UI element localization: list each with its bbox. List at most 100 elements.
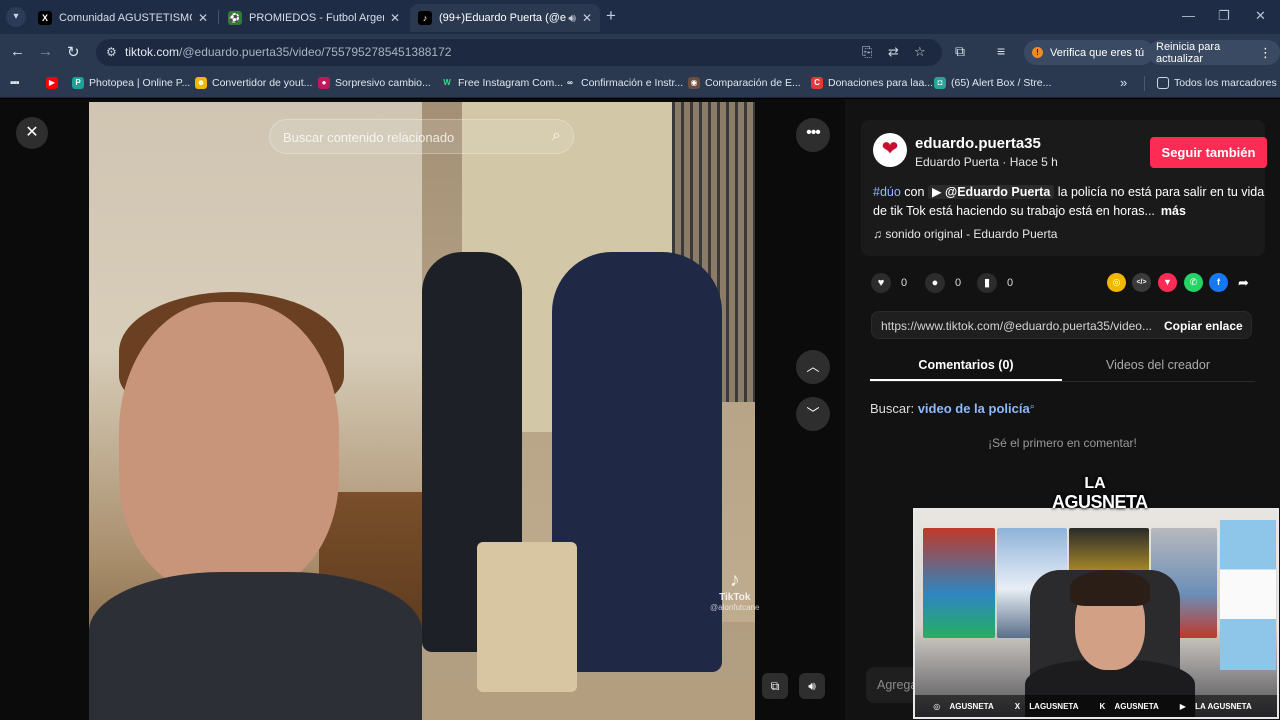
coin-icon[interactable]: ◎ bbox=[1107, 273, 1126, 292]
tab-comunidad[interactable]: X Comunidad AGUSTETISMO (SU ✕ bbox=[30, 4, 216, 32]
photopea-icon: P bbox=[72, 77, 84, 89]
bookmark-alertbox[interactable]: ◘ (65) Alert Box / Stre... bbox=[934, 77, 1051, 89]
comment-button[interactable]: ● 0 bbox=[925, 273, 961, 293]
save-count: 0 bbox=[1007, 277, 1014, 289]
search-icon[interactable]: ⌕ bbox=[552, 127, 561, 145]
empty-comments-message: ¡Sé el primero en comentar! bbox=[988, 436, 1137, 450]
link-icon: ∞ bbox=[564, 77, 576, 89]
share-arrow-icon[interactable]: ➦ bbox=[1234, 273, 1253, 292]
search-icon: ⌕ bbox=[1029, 401, 1035, 411]
address-bar[interactable]: ⚙ tiktok.com/@eduardo.puerta35/video/755… bbox=[96, 39, 942, 66]
tab-strip: ▾ X Comunidad AGUSTETISMO (SU ✕ ⚽ PROMIE… bbox=[0, 0, 1280, 34]
forward-button[interactable]: → bbox=[38, 43, 53, 60]
copy-link-button[interactable]: Copiar enlace bbox=[1164, 319, 1243, 333]
bookmarks-bar: ▪▪▪ ▶ P Photopea | Online P... ☻ Convert… bbox=[0, 70, 1280, 98]
minimize-icon[interactable]: — bbox=[1182, 8, 1195, 23]
all-bookmarks-folder[interactable]: Todos los marcadores bbox=[1157, 77, 1277, 89]
site-settings-icon[interactable]: ⚙ bbox=[106, 45, 117, 59]
music-note-icon: ♫ bbox=[873, 227, 886, 241]
bookmark-confirmacion[interactable]: ∞ Confirmación e Instr... bbox=[564, 77, 683, 89]
tiktok-logo-icon: ♪ bbox=[729, 569, 740, 591]
post-actions: ♥ 0 ● 0 ▮ 0 ◎ </> ▼ ✆ f ➦ bbox=[871, 273, 1261, 295]
browser-menu-icon[interactable]: ⋮ bbox=[1259, 45, 1272, 61]
tab-comments[interactable]: Comentarios (0) bbox=[870, 358, 1062, 372]
bookmark-instagram[interactable]: W Free Instagram Com... bbox=[441, 77, 563, 89]
extensions-icon[interactable]: ⧉ bbox=[955, 43, 965, 60]
duet-right-video bbox=[422, 102, 755, 720]
suggested-search: Buscar: video de la policía⌕ bbox=[870, 401, 1035, 416]
youtube-icon: ▶ bbox=[46, 77, 58, 89]
close-tab-icon[interactable]: ✕ bbox=[198, 11, 208, 25]
bookmark-star-icon[interactable]: ☆ bbox=[914, 44, 926, 60]
bookmark-sorpresivo[interactable]: ● Sorpresivo cambio... bbox=[318, 77, 431, 89]
apps-grid-icon[interactable]: ▪▪▪ bbox=[10, 77, 20, 89]
embed-icon[interactable]: </> bbox=[1132, 273, 1151, 292]
send-icon[interactable]: ▼ bbox=[1158, 273, 1177, 292]
poster-stadium bbox=[923, 528, 995, 638]
sound-link[interactable]: ♫ sonido original - Eduardo Puerta bbox=[873, 227, 1057, 241]
tab-creator-videos[interactable]: Videos del creador bbox=[1062, 358, 1254, 372]
see-more-button[interactable]: más bbox=[1161, 204, 1186, 218]
verify-identity-button[interactable]: ! Verifica que eres tú bbox=[1024, 40, 1155, 65]
back-button[interactable]: ← bbox=[10, 43, 25, 60]
more-options-button[interactable]: ••• bbox=[796, 118, 830, 152]
bookmark-comparacion[interactable]: ◉ Comparación de E... bbox=[688, 77, 801, 89]
youtube-bookmark[interactable]: ▶ bbox=[46, 77, 63, 89]
url-text[interactable]: tiktok.com/@eduardo.puerta35/video/75579… bbox=[125, 45, 451, 59]
duet-left-video bbox=[89, 102, 422, 720]
close-tab-icon[interactable]: ✕ bbox=[582, 11, 592, 25]
share-link-text[interactable]: https://www.tiktok.com/@eduardo.puerta35… bbox=[881, 319, 1151, 333]
suggested-search-link[interactable]: video de la policía bbox=[918, 401, 1030, 416]
facebook-icon[interactable]: f bbox=[1209, 273, 1228, 292]
warning-icon: ! bbox=[1032, 47, 1043, 58]
post-time: Hace 5 h bbox=[1009, 155, 1058, 169]
tiktok-watermark: ♪ TikTok @alonfutcane bbox=[710, 569, 760, 612]
translate-icon[interactable]: ⇄ bbox=[888, 44, 899, 60]
picture-in-picture-icon[interactable]: ⧉ bbox=[762, 673, 788, 699]
avatar[interactable]: ❤ bbox=[873, 133, 907, 167]
url-path: /@eduardo.puerta35/video/755795278545138… bbox=[179, 45, 452, 59]
heart-icon: ♥ bbox=[871, 273, 891, 293]
restart-update-button[interactable]: Reinicia para actualizar ⋮ bbox=[1148, 40, 1280, 65]
tab-promiedos[interactable]: ⚽ PROMIEDOS - Futbol Argentino ✕ bbox=[220, 4, 408, 32]
like-button[interactable]: ♥ 0 bbox=[871, 273, 907, 293]
url-host: tiktok.com bbox=[125, 45, 180, 59]
speaker-icon[interactable]: 🔊︎ bbox=[568, 11, 576, 26]
previous-video-button[interactable]: ︿ bbox=[796, 350, 830, 384]
next-video-button[interactable]: ﹀ bbox=[796, 397, 830, 431]
share-link-box: https://www.tiktok.com/@eduardo.puerta35… bbox=[871, 311, 1252, 339]
display-name: Eduardo Puerta bbox=[915, 155, 1000, 169]
username[interactable]: eduardo.puerta35 bbox=[915, 135, 1041, 152]
panel-tabs: Comentarios (0) Videos del creador bbox=[870, 354, 1255, 382]
folder-icon bbox=[1157, 77, 1169, 89]
related-search-input[interactable]: Buscar contenido relacionado ⌕ bbox=[269, 119, 574, 154]
hashtag-link[interactable]: #dúo bbox=[873, 185, 901, 199]
bookmark-converter[interactable]: ☻ Convertidor de yout... bbox=[195, 77, 312, 89]
converter-icon: ☻ bbox=[195, 77, 207, 89]
reload-button[interactable]: ↻ bbox=[67, 43, 80, 61]
promiedos-icon: ⚽ bbox=[228, 11, 242, 25]
post-info-card: ❤ eduardo.puerta35 Eduardo Puerta · Hace… bbox=[861, 120, 1267, 256]
window-close-icon[interactable]: ✕ bbox=[1255, 8, 1266, 24]
more-bookmarks-icon[interactable]: » bbox=[1120, 75, 1127, 90]
save-button[interactable]: ▮ 0 bbox=[977, 273, 1013, 293]
close-tab-icon[interactable]: ✕ bbox=[390, 11, 400, 25]
bookmarks-separator bbox=[1144, 76, 1145, 91]
video-player[interactable] bbox=[89, 102, 755, 720]
follow-button[interactable]: Seguir también bbox=[1150, 137, 1267, 168]
maximize-icon[interactable]: ❐ bbox=[1218, 8, 1230, 24]
new-tab-button[interactable]: + bbox=[606, 6, 616, 26]
install-app-icon[interactable]: ⎘ bbox=[862, 44, 872, 60]
media-control-icon[interactable]: ≡ bbox=[997, 43, 1005, 59]
tab-search-icon[interactable]: ▾ bbox=[6, 7, 26, 27]
bookmark-photopea[interactable]: P Photopea | Online P... bbox=[72, 77, 190, 89]
comment-icon: ● bbox=[925, 273, 945, 293]
mention-link[interactable]: ▶ @Eduardo Puerta bbox=[927, 185, 1055, 199]
close-video-button[interactable]: ✕ bbox=[16, 117, 48, 149]
whatsapp-icon[interactable]: ✆ bbox=[1184, 273, 1203, 292]
active-tab-indicator bbox=[870, 379, 1062, 381]
bookmark-donaciones[interactable]: C Donaciones para laa... bbox=[811, 77, 933, 89]
volume-icon[interactable]: 🔊︎ bbox=[799, 673, 825, 699]
instagram-handle: ◎ AGUSNETA bbox=[933, 701, 994, 711]
tab-tiktok[interactable]: ♪ (99+)Eduardo Puerta (@edu 🔊︎ ✕ bbox=[410, 4, 600, 32]
